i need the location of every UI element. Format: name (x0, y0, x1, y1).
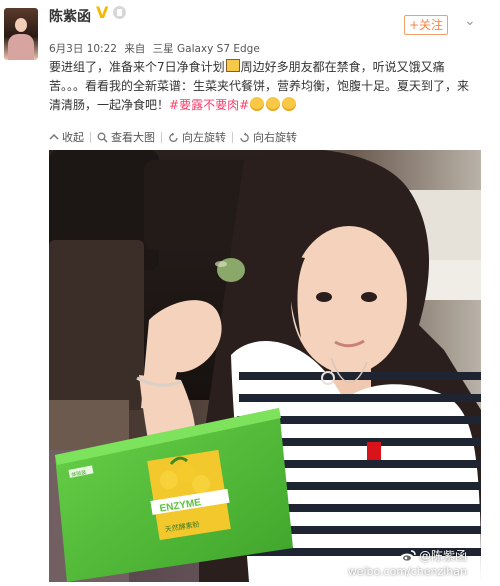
rotate-left-icon (169, 132, 178, 142)
author-name[interactable]: 陈紫函 (49, 6, 91, 26)
avatar[interactable] (4, 8, 38, 60)
vip-badge-icon: V (96, 3, 109, 22)
emoji-face-icon (266, 97, 281, 111)
sofa-arm (49, 240, 144, 410)
collapse-icon (49, 133, 59, 140)
rotate-right-button[interactable]: 向右旋转 (239, 129, 297, 145)
more-options-icon[interactable]: ⌄ (464, 13, 476, 29)
source-prefix: 来自 (124, 43, 146, 55)
rotate-left-label: 向左旋转 (182, 131, 226, 144)
rotate-right-icon (240, 132, 249, 142)
magnifier-icon (97, 132, 108, 143)
post-text-line1: 要进组了，准备来个7日净食计划 (49, 60, 225, 74)
hashtag-link[interactable]: #要露不要肉# (169, 98, 249, 112)
avatar-face (15, 18, 27, 32)
emoji-face-icon (250, 97, 265, 111)
watermark-url: weibo.com/chenzihan (347, 565, 467, 578)
collapse-button[interactable]: 收起 (49, 129, 84, 145)
post-meta: 6月3日 10:22 来自 三星 Galaxy S7 Edge (49, 41, 264, 56)
watermark-handle-row: @陈紫函 (348, 547, 467, 564)
rotate-left-button[interactable]: 向左旋转 (168, 129, 226, 145)
toolbar-divider (161, 131, 162, 143)
toolbar-divider (232, 131, 233, 143)
view-large-label: 查看大图 (111, 131, 155, 144)
rotate-right-label: 向右旋转 (253, 131, 297, 144)
collapse-label: 收起 (62, 131, 84, 144)
post-date[interactable]: 6月3日 10:22 (49, 43, 117, 55)
follow-button[interactable]: +关注 (404, 15, 448, 35)
post-text: 要进组了，准备来个7日净食计划 周边好多朋友都在禁食，听说又饿又痛苦。。。看看我的… (49, 58, 469, 115)
source-device: 三星 Galaxy S7 Edge (152, 43, 260, 55)
badge-pin (367, 442, 381, 460)
member-icon (113, 6, 126, 19)
weibo-logo-icon (399, 549, 416, 562)
food-emoji-icon (225, 59, 240, 72)
toolbar-divider (90, 131, 91, 143)
photo-scene: ENZYME 天然酵素粉 体验装 (49, 150, 481, 582)
emoji-face-icon (282, 97, 297, 111)
weibo-watermark: @陈紫函 weibo.com/chenzihan (348, 547, 467, 578)
post-photo[interactable]: ENZYME 天然酵素粉 体验装 @陈紫函 weibo.com/chenziha… (49, 150, 481, 582)
avatar-body (8, 34, 34, 60)
watermark-handle: @陈紫函 (418, 549, 467, 563)
view-large-button[interactable]: 查看大图 (97, 129, 155, 145)
image-toolbar: 收起 查看大图 向左旋转 向右旋转 (49, 126, 303, 148)
